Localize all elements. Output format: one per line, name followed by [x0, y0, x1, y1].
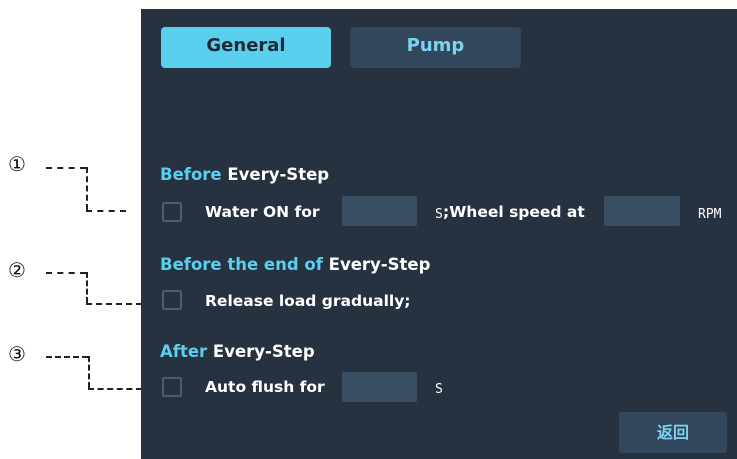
section-title-after-every-step: After Every-Step	[160, 342, 315, 361]
leader-line-3	[46, 356, 88, 358]
water-on-label: Water ON for	[205, 203, 320, 221]
auto-flush-seconds-input[interactable]	[342, 372, 417, 402]
leader-line-1	[86, 167, 88, 210]
tab-pump[interactable]: Pump	[350, 27, 521, 68]
auto-flush-unit: S	[435, 382, 443, 397]
release-load-label: Release load gradually;	[205, 292, 411, 310]
settings-panel: General Pump Before Every-Step Water ON …	[141, 9, 737, 459]
release-load-checkbox[interactable]	[162, 290, 182, 310]
section-title-before-end-every-step: Before the end of Every-Step	[160, 255, 430, 274]
water-on-seconds-input[interactable]	[342, 196, 417, 226]
leader-line-3	[88, 356, 90, 388]
wheel-speed-input[interactable]	[604, 196, 680, 226]
water-on-checkbox[interactable]	[162, 202, 182, 222]
back-button[interactable]: 返回	[619, 412, 727, 453]
section-title-accent: Before	[160, 165, 222, 184]
leader-line-2	[86, 303, 142, 305]
section-title-rest: Every-Step	[322, 255, 431, 274]
callout-1: ①	[8, 152, 26, 176]
section-title-before-every-step: Before Every-Step	[160, 165, 329, 184]
callout-3: ③	[8, 342, 26, 366]
callout-2: ②	[8, 258, 26, 282]
tab-general[interactable]: General	[161, 27, 331, 68]
section-title-accent: Before the end of	[160, 255, 323, 274]
section-title-accent: After	[160, 342, 208, 361]
auto-flush-checkbox[interactable]	[162, 377, 182, 397]
leader-line-1	[46, 167, 86, 169]
leader-line-1	[86, 210, 126, 212]
section-title-rest: Every-Step	[207, 342, 315, 361]
auto-flush-label: Auto flush for	[205, 378, 325, 396]
leader-line-2	[46, 272, 86, 274]
water-on-unit: S	[435, 207, 443, 222]
section-title-rest: Every-Step	[221, 165, 330, 184]
leader-line-2	[86, 272, 88, 303]
wheel-speed-label: ;Wheel speed at	[443, 203, 585, 221]
wheel-speed-unit: RPM	[698, 207, 722, 222]
leader-line-3	[88, 388, 142, 390]
